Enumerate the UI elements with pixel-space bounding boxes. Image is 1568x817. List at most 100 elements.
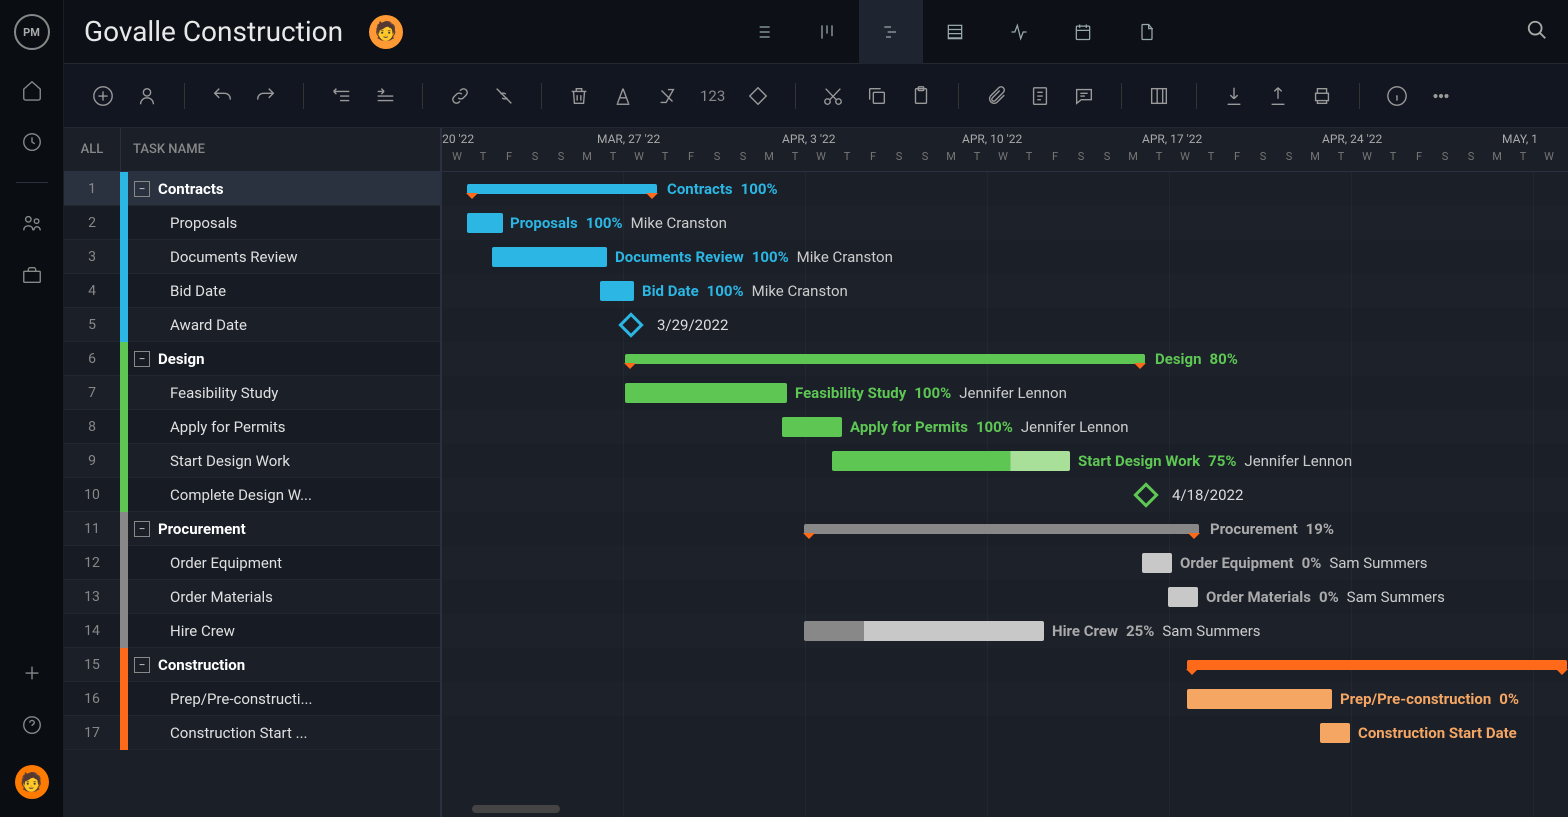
briefcase-icon[interactable] <box>20 263 44 287</box>
task-row[interactable]: 8Apply for Permits <box>64 410 440 444</box>
task-row[interactable]: 14Hire Crew <box>64 614 440 648</box>
clear-format-button[interactable] <box>656 85 678 107</box>
gantt-bar[interactable] <box>467 184 657 194</box>
cut-button[interactable] <box>822 85 844 107</box>
gantt-row[interactable]: Order Equipment0%Sam Summers <box>442 546 1568 580</box>
milestone-diamond[interactable] <box>1133 482 1158 507</box>
assign-user-button[interactable] <box>136 85 158 107</box>
gantt-bar[interactable] <box>625 383 787 403</box>
gantt-row[interactable]: Feasibility Study100%Jennifer Lennon <box>442 376 1568 410</box>
gantt-bar[interactable] <box>1187 660 1567 670</box>
gantt-bar[interactable] <box>1320 723 1350 743</box>
gantt-row[interactable]: Documents Review100%Mike Cranston <box>442 240 1568 274</box>
user-avatar[interactable]: 🧑 <box>15 765 49 799</box>
gantt-bar[interactable] <box>804 524 1199 534</box>
task-row[interactable]: 3Documents Review <box>64 240 440 274</box>
milestone-button[interactable] <box>747 85 769 107</box>
project-avatar-icon[interactable]: 🧑 <box>369 15 403 49</box>
task-row[interactable]: 1−Contracts <box>64 172 440 206</box>
redo-button[interactable] <box>255 85 277 107</box>
delete-button[interactable] <box>568 85 590 107</box>
column-taskname[interactable]: TASK NAME <box>121 142 205 157</box>
task-row[interactable]: 13Order Materials <box>64 580 440 614</box>
sheet-view-tab[interactable] <box>923 0 987 64</box>
outdent-button[interactable] <box>330 85 352 107</box>
add-task-button[interactable] <box>92 85 114 107</box>
text-style-button[interactable] <box>612 85 634 107</box>
gantt-row[interactable]: 3/29/2022 <box>442 308 1568 342</box>
comment-button[interactable] <box>1073 85 1095 107</box>
gantt-row[interactable] <box>442 648 1568 682</box>
task-row[interactable]: 12Order Equipment <box>64 546 440 580</box>
collapse-icon[interactable]: − <box>134 181 150 197</box>
notes-button[interactable] <box>1029 85 1051 107</box>
gantt-row[interactable]: 4/18/2022 <box>442 478 1568 512</box>
gantt-row[interactable]: Start Design Work75%Jennifer Lennon <box>442 444 1568 478</box>
gantt-row[interactable]: Contracts100% <box>442 172 1568 206</box>
gantt-row[interactable]: Construction Start Date <box>442 716 1568 750</box>
import-button[interactable] <box>1223 85 1245 107</box>
collapse-icon[interactable]: − <box>134 351 150 367</box>
gantt-bar[interactable] <box>1142 553 1172 573</box>
task-row[interactable]: 4Bid Date <box>64 274 440 308</box>
gantt-row[interactable]: Prep/Pre-construction0% <box>442 682 1568 716</box>
gantt-bar[interactable] <box>492 247 607 267</box>
files-view-tab[interactable] <box>1115 0 1179 64</box>
task-row[interactable]: 6−Design <box>64 342 440 376</box>
task-row[interactable]: 11−Procurement <box>64 512 440 546</box>
print-button[interactable] <box>1311 85 1333 107</box>
more-button[interactable] <box>1430 85 1452 107</box>
plus-icon[interactable] <box>20 661 44 685</box>
task-row[interactable]: 17Construction Start ... <box>64 716 440 750</box>
gantt-chart[interactable]: 3, 20 '22MAR, 27 '22APR, 3 '22APR, 10 '2… <box>442 128 1568 817</box>
paste-button[interactable] <box>910 85 932 107</box>
columns-button[interactable] <box>1148 85 1170 107</box>
task-row[interactable]: 9Start Design Work <box>64 444 440 478</box>
task-row[interactable]: 10Complete Design W... <box>64 478 440 512</box>
unlink-button[interactable] <box>493 85 515 107</box>
search-icon[interactable] <box>1526 19 1548 45</box>
gantt-row[interactable]: Proposals100%Mike Cranston <box>442 206 1568 240</box>
gantt-bar[interactable] <box>625 354 1145 364</box>
gantt-bar[interactable] <box>832 451 1070 471</box>
attachment-button[interactable] <box>985 85 1007 107</box>
gantt-row[interactable]: Bid Date100%Mike Cranston <box>442 274 1568 308</box>
gantt-row[interactable]: Procurement19% <box>442 512 1568 546</box>
info-button[interactable] <box>1386 85 1408 107</box>
list-view-tab[interactable] <box>731 0 795 64</box>
gantt-bar[interactable] <box>600 281 634 301</box>
board-view-tab[interactable] <box>795 0 859 64</box>
indent-button[interactable] <box>374 85 396 107</box>
collapse-icon[interactable]: − <box>134 657 150 673</box>
collapse-icon[interactable]: − <box>134 521 150 537</box>
task-row[interactable]: 7Feasibility Study <box>64 376 440 410</box>
gantt-row[interactable]: Order Materials0%Sam Summers <box>442 580 1568 614</box>
gantt-row[interactable]: Apply for Permits100%Jennifer Lennon <box>442 410 1568 444</box>
logo-pm[interactable]: PM <box>14 14 50 50</box>
milestone-diamond[interactable] <box>618 312 643 337</box>
task-row[interactable]: 5Award Date <box>64 308 440 342</box>
gantt-bar[interactable] <box>1168 587 1198 607</box>
export-button[interactable] <box>1267 85 1289 107</box>
task-row[interactable]: 16Prep/Pre-constructi... <box>64 682 440 716</box>
gantt-row[interactable]: Design80% <box>442 342 1568 376</box>
gantt-row[interactable]: Hire Crew25%Sam Summers <box>442 614 1568 648</box>
gantt-scrollbar[interactable] <box>472 805 560 813</box>
gantt-bar[interactable] <box>782 417 842 437</box>
clock-icon[interactable] <box>20 130 44 154</box>
people-icon[interactable] <box>20 211 44 235</box>
undo-button[interactable] <box>211 85 233 107</box>
help-icon[interactable] <box>20 713 44 737</box>
task-row[interactable]: 2Proposals <box>64 206 440 240</box>
task-row[interactable]: 15−Construction <box>64 648 440 682</box>
calendar-view-tab[interactable] <box>1051 0 1115 64</box>
activity-view-tab[interactable] <box>987 0 1051 64</box>
gantt-view-tab[interactable] <box>859 0 923 64</box>
column-all[interactable]: ALL <box>64 142 120 157</box>
link-button[interactable] <box>449 85 471 107</box>
gantt-bar[interactable] <box>467 213 503 233</box>
gantt-bar[interactable] <box>804 621 1044 641</box>
home-icon[interactable] <box>20 78 44 102</box>
copy-button[interactable] <box>866 85 888 107</box>
gantt-bar[interactable] <box>1187 689 1332 709</box>
